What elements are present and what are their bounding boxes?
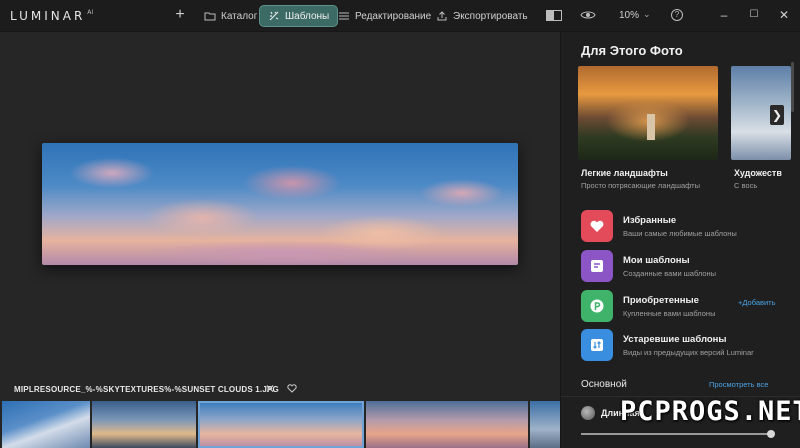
slider-knob[interactable] bbox=[767, 430, 776, 438]
panel-scrollbar[interactable] bbox=[791, 62, 794, 112]
main-photo bbox=[42, 143, 518, 265]
tab-templates-label: Шаблоны bbox=[285, 10, 330, 22]
maximize-button[interactable]: ☐ bbox=[746, 7, 762, 23]
templates-icon bbox=[269, 11, 279, 21]
chevron-down-icon[interactable]: ⌄ bbox=[643, 9, 651, 20]
template-card-title[interactable]: Легкие ландшафты bbox=[581, 168, 668, 178]
purchased-icon bbox=[590, 299, 604, 313]
help-icon[interactable]: ? bbox=[671, 9, 683, 21]
section-title: Основной bbox=[581, 379, 627, 390]
panel-title: Для Этого Фото bbox=[581, 43, 683, 58]
collection-desc: Купленные вами шаблоны bbox=[623, 309, 716, 318]
zoom-level[interactable]: 10% bbox=[619, 10, 639, 21]
templates-panel: Для Этого Фото ❯ Легкие ландшафты Просто… bbox=[560, 32, 800, 448]
folder-icon bbox=[204, 12, 216, 21]
tab-catalog-label: Каталог bbox=[221, 10, 258, 22]
tab-templates[interactable]: Шаблоны bbox=[259, 5, 339, 27]
collection-purchased[interactable]: Приобретенные Купленные вами шаблоны +До… bbox=[581, 290, 791, 322]
close-image-button[interactable]: ✕ bbox=[265, 382, 275, 396]
see-all-link[interactable]: Просмотреть все bbox=[709, 380, 768, 389]
filmstrip-thumbnail[interactable] bbox=[366, 401, 528, 448]
filmstrip bbox=[0, 401, 560, 448]
purchased-badge bbox=[581, 290, 613, 322]
filmstrip-thumbnail[interactable] bbox=[2, 401, 90, 448]
watermark: PCPROGS.NET bbox=[620, 396, 800, 427]
tab-catalog[interactable]: Каталог bbox=[196, 5, 265, 27]
collection-desc: Созданные вами шаблоны bbox=[623, 269, 717, 278]
close-button[interactable]: ✕ bbox=[776, 7, 792, 23]
collection-desc: Ваши самые любимые шаблоны bbox=[623, 229, 737, 238]
add-purchased-link[interactable]: +Добавить bbox=[738, 298, 776, 307]
minimize-button[interactable]: – bbox=[716, 7, 732, 23]
my-templates-badge bbox=[581, 250, 613, 282]
amount-slider[interactable] bbox=[581, 430, 776, 438]
tab-edit[interactable]: Редактирование bbox=[330, 5, 439, 27]
collection-legacy[interactable]: Устаревшие шаблоны Виды из предыдущих ве… bbox=[581, 329, 791, 361]
tab-export[interactable]: Экспортировать bbox=[428, 5, 536, 27]
filmstrip-thumbnail[interactable] bbox=[92, 401, 196, 448]
legacy-badge bbox=[581, 329, 613, 361]
template-card-subtitle: С вось bbox=[734, 181, 758, 190]
castle-shape bbox=[647, 114, 655, 140]
document-icon bbox=[591, 260, 603, 272]
top-toolbar: LUMINAR AI + Каталог Шаблоны Редактирован… bbox=[0, 0, 800, 32]
chevron-right-icon[interactable]: ❯ bbox=[770, 105, 784, 125]
heart-outline-icon[interactable] bbox=[287, 384, 297, 393]
add-photos-button[interactable]: + bbox=[172, 6, 188, 24]
image-filename: MIPLRESOURCE_%-%SKYTEXTURES%-%SUNSET CLO… bbox=[14, 385, 279, 394]
legacy-icon bbox=[591, 339, 603, 351]
sliders-icon bbox=[339, 12, 349, 20]
filmstrip-thumbnail[interactable] bbox=[530, 401, 560, 448]
collection-name: Приобретенные bbox=[623, 295, 699, 306]
app-logo: LUMINAR AI bbox=[10, 9, 94, 23]
collection-favorites[interactable]: Избранные Ваши самые любимые шаблоны bbox=[581, 210, 791, 242]
collection-my-templates[interactable]: Мои шаблоны Созданные вами шаблоны bbox=[581, 250, 791, 282]
collection-name: Устаревшие шаблоны bbox=[623, 334, 727, 345]
tab-export-label: Экспортировать bbox=[453, 10, 528, 22]
heart-icon bbox=[590, 220, 604, 232]
collection-name: Избранные bbox=[623, 215, 677, 226]
collection-name: Мои шаблоны bbox=[623, 255, 690, 266]
export-icon bbox=[437, 11, 447, 21]
favorites-badge bbox=[581, 210, 613, 242]
template-avatar bbox=[581, 406, 595, 420]
eye-icon[interactable] bbox=[580, 9, 596, 21]
compare-icon[interactable] bbox=[546, 10, 562, 21]
slider-fill bbox=[581, 433, 772, 435]
template-card-subtitle: Просто потрясающие ландшафты bbox=[581, 181, 700, 190]
tab-edit-label: Редактирование bbox=[355, 10, 432, 22]
template-card-image[interactable] bbox=[578, 66, 718, 160]
filmstrip-thumbnail-selected[interactable] bbox=[198, 401, 364, 448]
collection-desc: Виды из предыдущих версий Luminar bbox=[623, 348, 754, 357]
template-card-title[interactable]: Художеств bbox=[734, 168, 782, 178]
